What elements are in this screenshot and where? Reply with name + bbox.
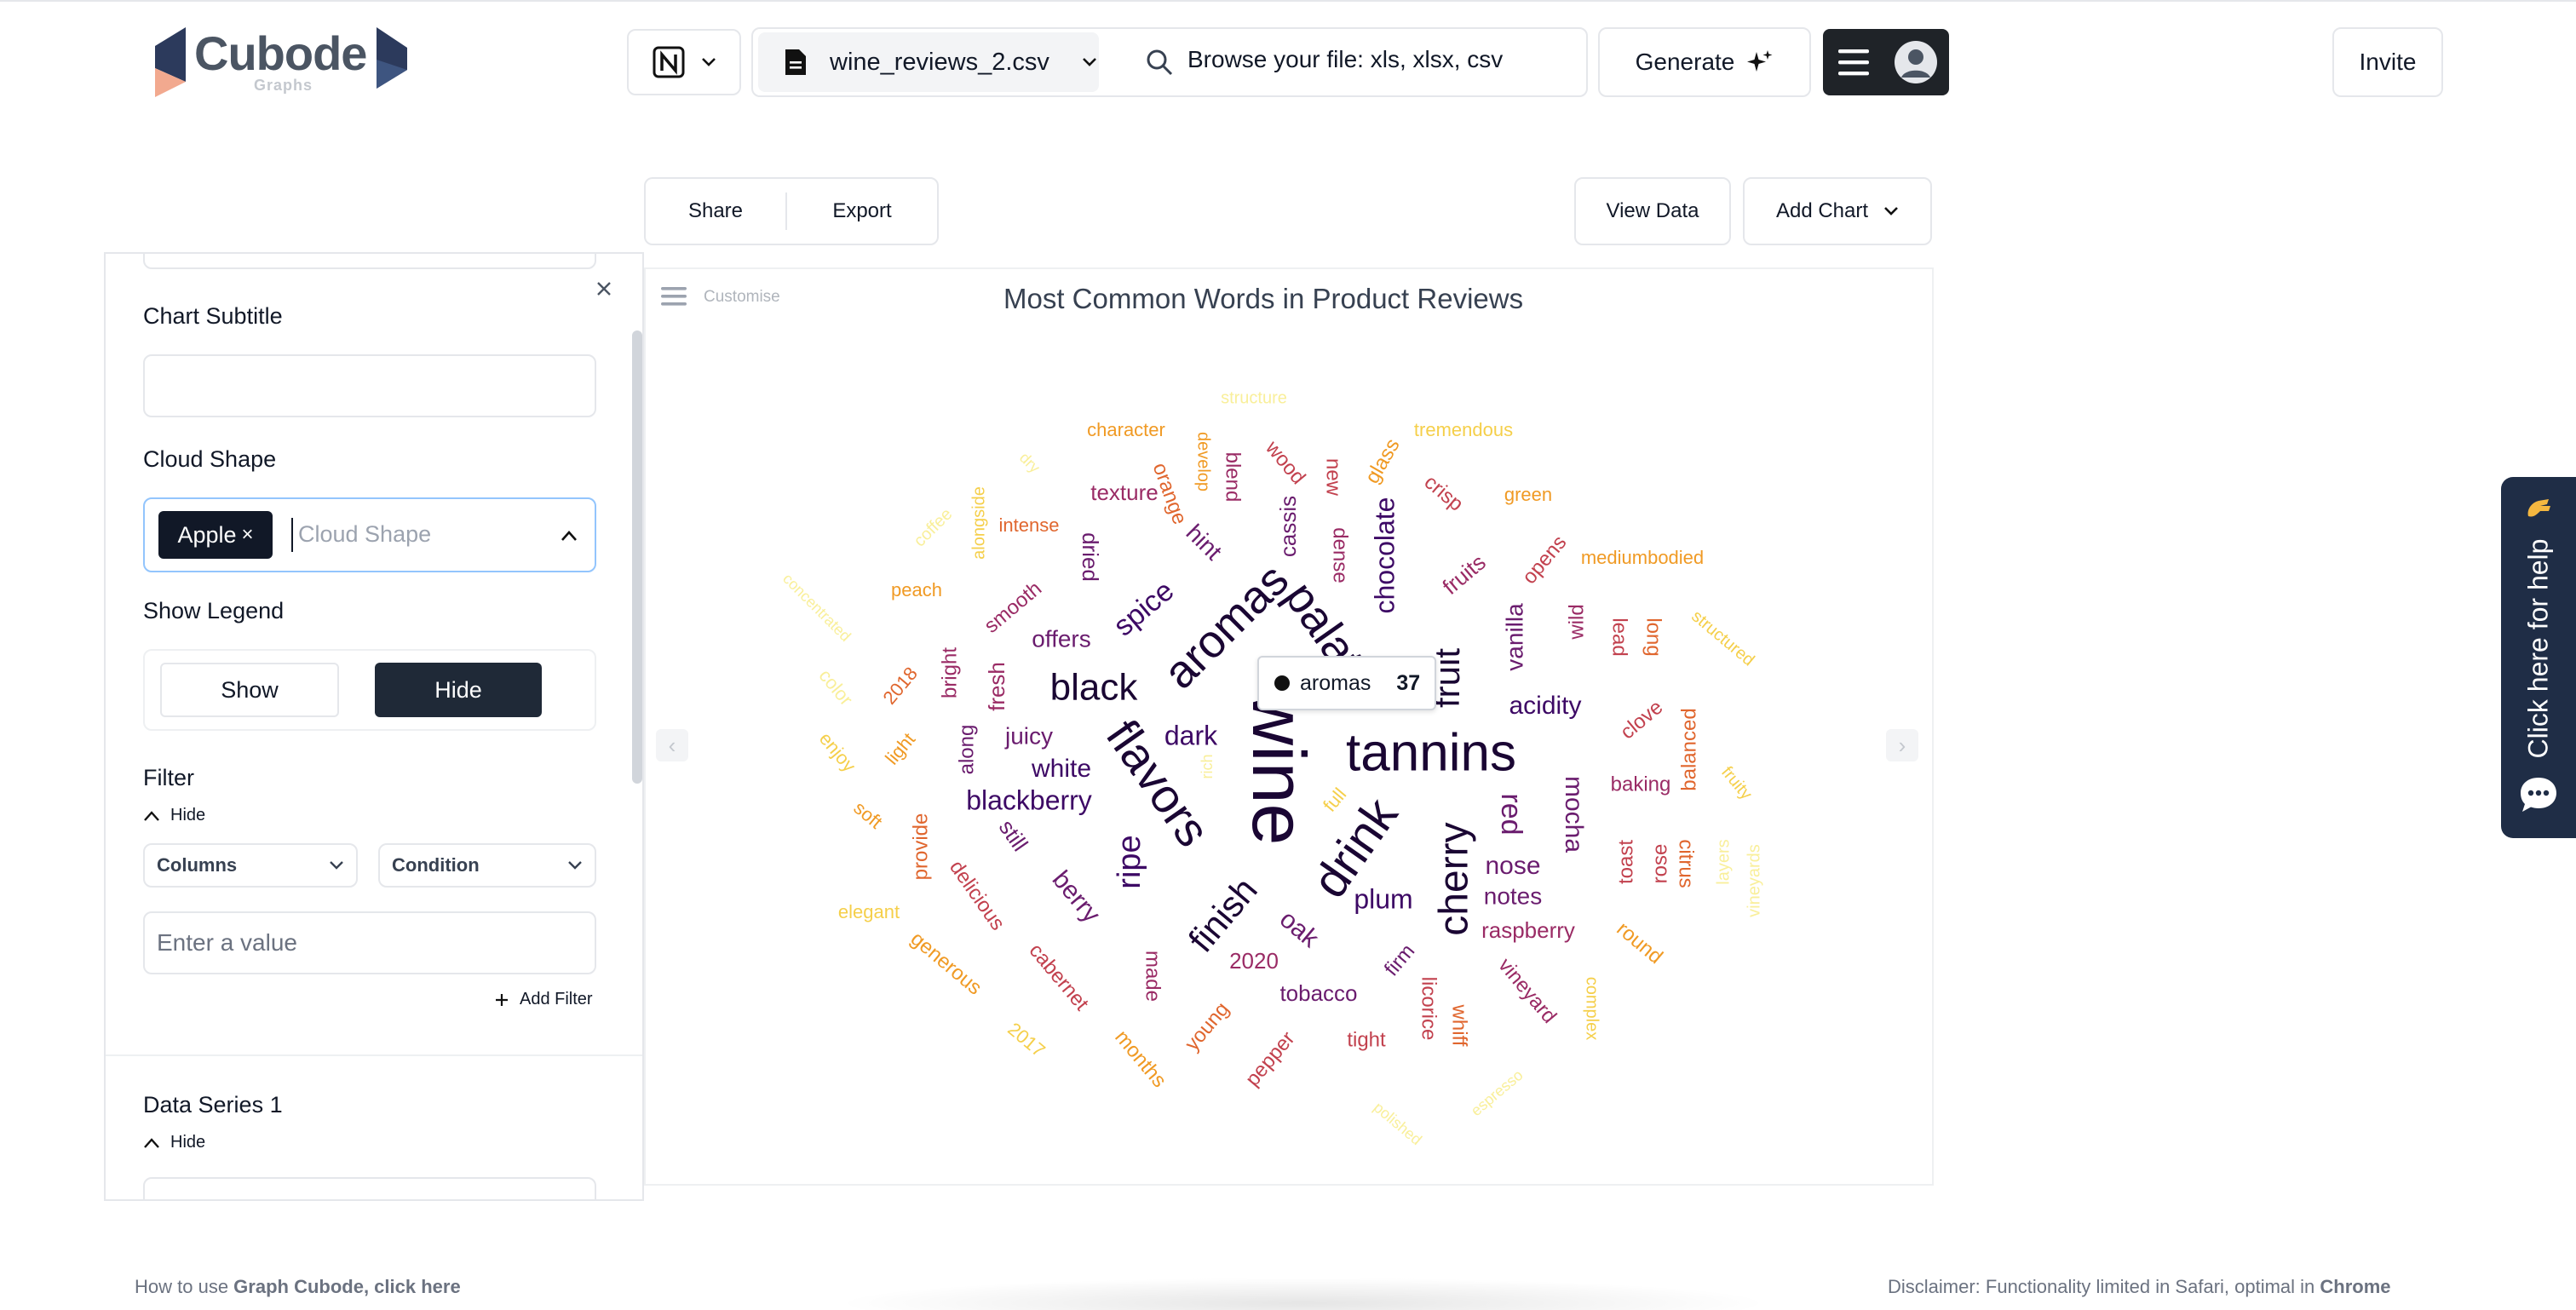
help-label: Click here for help [2522,538,2554,758]
bottom-shadow [835,1278,1772,1310]
legend-show-button[interactable]: Show [160,663,339,717]
filter-value-input[interactable]: Enter a value [143,911,596,974]
sparkle-icon [1747,50,1773,72]
chevron-down-icon [702,58,716,66]
legend-hide-button[interactable]: Hide [375,663,542,717]
word-tooltip: aromas 37 [1257,656,1436,710]
cloud-shape-search[interactable]: Cloud Shape [298,521,431,548]
cloud-shape-select[interactable]: Apple × Cloud Shape [143,497,596,572]
chevron-down-icon [1884,207,1898,215]
chart-card [644,267,1934,1186]
columns-label: Columns [157,854,238,876]
customise-menu-icon[interactable] [659,284,688,308]
hamburger-icon [1838,49,1869,76]
filter-label: Filter [143,765,194,790]
chevron-up-icon [144,1137,159,1148]
chevron-up-icon[interactable] [561,530,578,542]
chevron-down-icon [330,861,343,870]
cloud-shape-label: Cloud Shape [143,446,277,472]
notion-dropdown[interactable] [627,29,741,95]
file-select[interactable]: wine_reviews_2.csv [758,32,1099,92]
generate-button[interactable]: Generate [1598,27,1811,97]
notion-icon [653,46,685,78]
legend-toggle-group: Show Hide [143,649,596,731]
footer-disclaimer-text: Disclaimer: Functionality limited in Saf… [1888,1276,2320,1297]
data-series-field[interactable] [143,1177,596,1199]
view-data-button[interactable]: View Data [1574,177,1731,245]
panel-scrollbar[interactable] [632,330,642,784]
tag-remove-icon[interactable]: × [242,523,254,547]
data-series-toggle-label: Hide [170,1133,206,1152]
data-series-label: Data Series 1 [143,1092,283,1118]
tooltip-dot [1274,675,1290,691]
search-icon [1147,49,1173,76]
generate-label: Generate [1635,49,1735,75]
logo-subtext: Graphs [254,77,313,94]
file-name: wine_reviews_2.csv [830,48,1049,76]
chevron-right-icon[interactable]: › [1886,729,1918,761]
avatar-icon [1895,41,1937,83]
tooltip-word: aromas [1300,670,1371,695]
show-legend-label: Show Legend [143,598,285,623]
share-button[interactable]: Share [646,179,785,244]
help-label-wrap: Click here for help [2511,538,2566,758]
add-filter-button[interactable]: Add Filter [494,990,593,1009]
plus-icon [496,993,508,1006]
tag-label: Apple [177,521,237,548]
filter-toggle[interactable]: Hide [143,806,205,825]
add-chart-label: Add Chart [1775,199,1869,222]
chart-title: Most Common Words in Product Reviews [1003,283,1524,314]
footer-how-to-text: How to use [135,1276,234,1297]
filter-toggle-label: Hide [170,806,206,824]
chart-subtitle-input[interactable] [143,354,596,417]
file-icon [785,49,806,75]
chevron-down-icon [1082,58,1096,66]
export-button[interactable]: Export [787,179,937,244]
chevron-up-icon [144,810,159,821]
condition-select[interactable]: Condition [378,843,596,888]
columns-select[interactable]: Columns [143,843,358,888]
footer-how-to: How to use Graph Cubode, click here [135,1276,461,1298]
text-cursor [291,518,293,552]
condition-label: Condition [392,854,480,876]
footer-how-to-link[interactable]: Graph Cubode, click here [233,1276,461,1297]
settings-panel: Chart Subtitle Cloud Shape Apple × Cloud… [104,252,644,1201]
chevron-left-icon[interactable]: ‹ [656,729,688,761]
chart-subtitle-label: Chart Subtitle [143,303,283,329]
cloud-shape-tag: Apple × [158,511,273,559]
add-filter-label: Add Filter [520,990,593,1008]
chat-icon [2521,778,2556,812]
top-border [0,0,2576,2]
add-chart-button[interactable]: Add Chart [1743,177,1932,245]
share-export-group: Share Export [644,177,939,245]
menu-profile-button[interactable] [1823,29,1949,95]
previous-field[interactable] [143,254,596,269]
footer-chrome-link[interactable]: Chrome [2320,1276,2390,1297]
logo-text: Cubode [194,26,367,80]
footer-disclaimer: Disclaimer: Functionality limited in Saf… [1888,1276,2391,1298]
invite-button[interactable]: Invite [2332,27,2443,97]
help-tab[interactable]: Click here for help [2501,477,2576,838]
data-series-toggle[interactable]: Hide [143,1133,205,1152]
chevron-down-icon [568,861,582,870]
wave-hand-icon [2527,499,2550,517]
file-search-input[interactable]: Browse your file: xls, xlsx, csv [1187,46,1503,73]
tooltip-value: 37 [1396,670,1421,695]
divider [106,1054,642,1056]
close-icon[interactable] [595,279,613,298]
customise-label[interactable]: Customise [704,288,780,307]
